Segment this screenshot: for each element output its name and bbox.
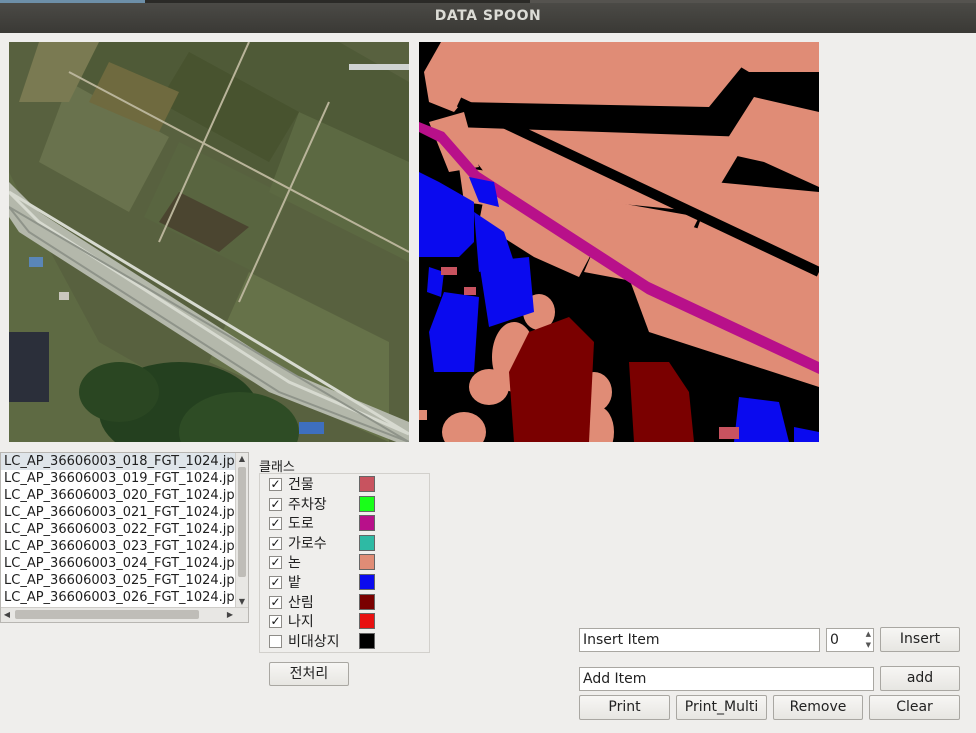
- preprocess-button[interactable]: 전처리: [269, 662, 349, 686]
- class-checkbox-checked[interactable]: ✓: [269, 555, 282, 570]
- checkmark-icon: ✓: [270, 575, 281, 589]
- window-title: DATA SPOON: [434, 8, 542, 24]
- checkmark-icon: ✓: [270, 555, 281, 570]
- checkmark-icon: ✓: [270, 535, 281, 550]
- classes-group: ✓ 건물 ✓ 주차장 ✓ 도로 ✓ 가로수 ✓ 논 ✓ 밭 ✓ 산림 ✓ 나지 비대상지: [259, 473, 430, 653]
- class-label: 밭: [288, 575, 301, 591]
- file-list-horizontal-scrollbar[interactable]: ◀ ▶: [1, 607, 248, 622]
- class-label: 산림: [288, 594, 314, 611]
- insert-index-value: 0: [830, 632, 839, 648]
- insert-index-spinbox[interactable]: 0 ▲ ▼: [826, 628, 874, 652]
- class-label: 논: [288, 555, 301, 572]
- class-checkbox[interactable]: [269, 634, 282, 648]
- file-list-item[interactable]: LC_AP_36606003_023_FGT_1024.jpg: [1, 538, 236, 555]
- add-item-field[interactable]: Add Item: [579, 667, 874, 691]
- class-label: 비대상지: [288, 633, 340, 650]
- aerial-photo-view: [9, 42, 409, 442]
- class-row: ✓ 주차장: [269, 495, 429, 514]
- class-color-swatch[interactable]: [359, 574, 375, 590]
- file-list-rows: LC_AP_36606003_018_FGT_1024.jpg LC_AP_366…: [1, 453, 236, 608]
- class-label: 주차장: [288, 496, 327, 513]
- class-row: ✓ 나지: [269, 613, 429, 631]
- class-checkbox-checked[interactable]: ✓: [269, 535, 282, 550]
- file-list-item[interactable]: LC_AP_36606003_026_FGT_1024.jpg: [1, 589, 236, 606]
- class-color-swatch[interactable]: [359, 534, 375, 551]
- spin-up-icon[interactable]: ▲: [866, 629, 871, 640]
- segmentation-mask-view: [419, 42, 819, 442]
- class-color-swatch[interactable]: [359, 495, 375, 512]
- print-button[interactable]: Print: [579, 695, 670, 720]
- aerial-photo-image: [9, 42, 409, 442]
- file-list-item[interactable]: LC_AP_36606003_019_FGT_1024.jpg: [1, 470, 236, 487]
- checkmark-icon: ✓: [270, 594, 281, 609]
- class-label: 가로수: [288, 535, 327, 552]
- file-list-item[interactable]: LC_AP_36606003_025_FGT_1024.jpg: [1, 572, 236, 589]
- file-list-vertical-scrollbar[interactable]: ▲ ▼: [235, 453, 248, 608]
- print-multi-button[interactable]: Print_Multi: [676, 695, 767, 720]
- file-list-item[interactable]: LC_AP_36606003_022_FGT_1024.jpg: [1, 521, 236, 538]
- class-color-swatch[interactable]: [359, 593, 375, 610]
- checkmark-icon: ✓: [270, 496, 281, 511]
- class-row: ✓ 건물: [269, 476, 429, 494]
- file-list-item[interactable]: LC_AP_36606003_018_FGT_1024.jpg: [1, 453, 236, 470]
- class-color-swatch[interactable]: [359, 515, 375, 532]
- class-color-swatch[interactable]: [359, 632, 375, 649]
- clear-button[interactable]: Clear: [869, 695, 960, 720]
- class-checkbox-checked[interactable]: ✓: [269, 478, 282, 491]
- title-accent-right: [530, 0, 976, 3]
- title-bar: DATA SPOON: [0, 0, 976, 33]
- scroll-right-icon[interactable]: ▶: [224, 608, 236, 622]
- insert-item-field[interactable]: Insert Item: [579, 628, 820, 652]
- class-row: ✓ 도로: [269, 515, 429, 533]
- file-list-item[interactable]: LC_AP_36606003_021_FGT_1024.jpg: [1, 504, 236, 521]
- class-label: 건물: [288, 477, 314, 493]
- class-row: ✓ 밭: [269, 574, 429, 592]
- class-checkbox-checked[interactable]: ✓: [269, 496, 282, 511]
- scroll-up-icon[interactable]: ▲: [236, 453, 248, 465]
- file-list-item[interactable]: LC_AP_36606003_020_FGT_1024.jpg: [1, 487, 236, 504]
- class-checkbox-checked[interactable]: ✓: [269, 614, 282, 629]
- class-row: 비대상지: [269, 632, 429, 651]
- class-row: ✓ 산림: [269, 593, 429, 612]
- add-button[interactable]: add: [880, 666, 960, 691]
- spin-down-icon[interactable]: ▼: [866, 640, 871, 651]
- horizontal-scroll-thumb[interactable]: [15, 610, 199, 619]
- class-color-swatch[interactable]: [359, 476, 375, 492]
- insert-button[interactable]: Insert: [880, 627, 960, 652]
- title-accent-left: [0, 0, 145, 3]
- checkmark-icon: ✓: [270, 614, 281, 629]
- segmentation-mask-image: [419, 42, 819, 442]
- remove-button[interactable]: Remove: [773, 695, 863, 720]
- class-row: ✓ 논: [269, 554, 429, 572]
- file-list-item[interactable]: LC_AP_36606003_024_FGT_1024.jpg: [1, 555, 236, 572]
- checkmark-icon: ✓: [270, 477, 281, 491]
- class-label: 도로: [288, 516, 314, 533]
- checkmark-icon: ✓: [270, 516, 281, 531]
- class-color-swatch[interactable]: [359, 613, 375, 630]
- class-color-swatch[interactable]: [359, 554, 375, 571]
- scroll-left-icon[interactable]: ◀: [1, 608, 13, 622]
- class-checkbox-checked[interactable]: ✓: [269, 594, 282, 609]
- class-checkbox-checked[interactable]: ✓: [269, 516, 282, 531]
- class-row: ✓ 가로수: [269, 534, 429, 553]
- file-list[interactable]: LC_AP_36606003_018_FGT_1024.jpg LC_AP_366…: [0, 452, 249, 623]
- class-checkbox-checked[interactable]: ✓: [269, 576, 282, 589]
- vertical-scroll-thumb[interactable]: [238, 467, 246, 577]
- class-label: 나지: [288, 614, 314, 631]
